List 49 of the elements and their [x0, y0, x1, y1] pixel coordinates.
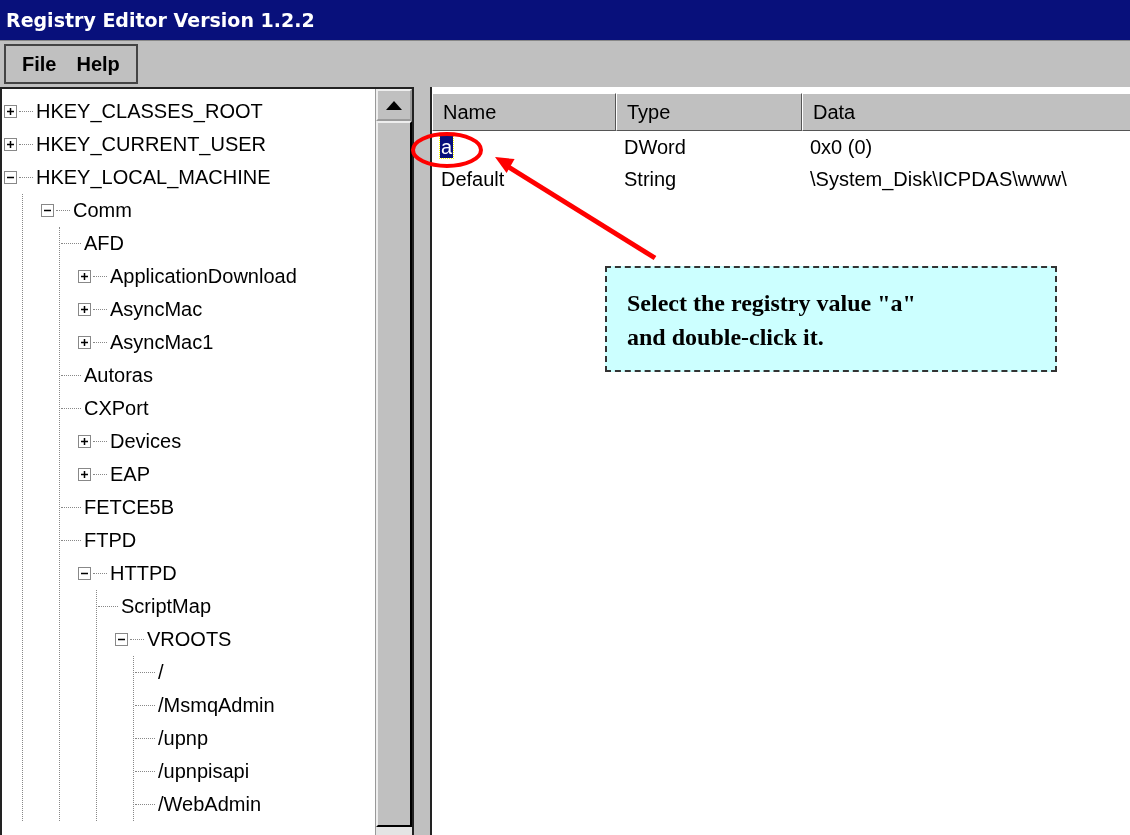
- highlight-ellipse: [411, 132, 483, 168]
- expand-icon[interactable]: [78, 468, 91, 481]
- value-data: 0x0 (0): [809, 135, 874, 159]
- expand-icon[interactable]: [78, 303, 91, 316]
- value-name[interactable]: a: [440, 135, 454, 158]
- expand-icon[interactable]: [78, 336, 91, 349]
- tree-item[interactable]: CXPort: [84, 397, 149, 420]
- column-header[interactable]: Name: [432, 93, 616, 131]
- tree-item[interactable]: HKEY_CLASSES_ROOT: [36, 100, 263, 123]
- collapse-icon[interactable]: [115, 633, 128, 646]
- tree-item[interactable]: /upnpisapi: [158, 760, 250, 783]
- tree-item[interactable]: AsyncMac: [110, 298, 203, 321]
- collapse-icon[interactable]: [4, 171, 17, 184]
- value-type: String: [623, 167, 678, 191]
- tree-item[interactable]: AFD: [84, 232, 124, 255]
- tree-item[interactable]: /WebAdmin: [158, 793, 261, 816]
- tree-item[interactable]: VROOTS: [147, 628, 232, 651]
- tree-item[interactable]: ApplicationDownload: [110, 265, 297, 288]
- tree-item[interactable]: ScriptMap: [121, 595, 212, 618]
- tree-item[interactable]: HTTPD: [110, 562, 177, 585]
- window-title: Registry Editor Version 1.2.2: [0, 0, 1130, 40]
- tree-item[interactable]: /upnp: [158, 727, 209, 750]
- scroll-up-button[interactable]: [376, 89, 412, 121]
- callout-text: Select the registry value "a" and double-click it.: [627, 289, 917, 352]
- tree-item[interactable]: FTPD: [84, 529, 137, 552]
- tree-item[interactable]: Devices: [110, 430, 182, 453]
- tree-item[interactable]: EAP: [110, 463, 151, 486]
- expand-icon[interactable]: [4, 105, 17, 118]
- up-arrow-icon: [386, 100, 402, 110]
- collapse-icon[interactable]: [78, 567, 91, 580]
- expand-icon[interactable]: [78, 270, 91, 283]
- tree-item[interactable]: Autoras: [84, 364, 153, 387]
- tree-item[interactable]: Comm: [73, 199, 132, 222]
- tree-item[interactable]: /MsmqAdmin: [158, 694, 275, 717]
- column-header[interactable]: Type: [616, 93, 802, 131]
- collapse-icon[interactable]: [41, 204, 54, 217]
- tree-item[interactable]: FETCE5B: [84, 496, 175, 519]
- menu-item[interactable]: Help: [68, 52, 128, 76]
- expand-icon[interactable]: [4, 138, 17, 151]
- value-name[interactable]: Default: [440, 167, 506, 190]
- tree-item[interactable]: HKEY_CURRENT_USER: [36, 133, 267, 156]
- tree-item[interactable]: AsyncMac1: [110, 331, 214, 354]
- tree-item[interactable]: HKEY_LOCAL_MACHINE: [36, 166, 271, 189]
- value-data: \System_Disk\ICPDAS\www\: [809, 167, 1068, 191]
- expand-icon[interactable]: [78, 435, 91, 448]
- menu-item[interactable]: File: [14, 52, 65, 76]
- value-type: DWord: [623, 135, 687, 159]
- tree-item[interactable]: /: [158, 661, 164, 684]
- column-header[interactable]: Data: [802, 93, 1130, 131]
